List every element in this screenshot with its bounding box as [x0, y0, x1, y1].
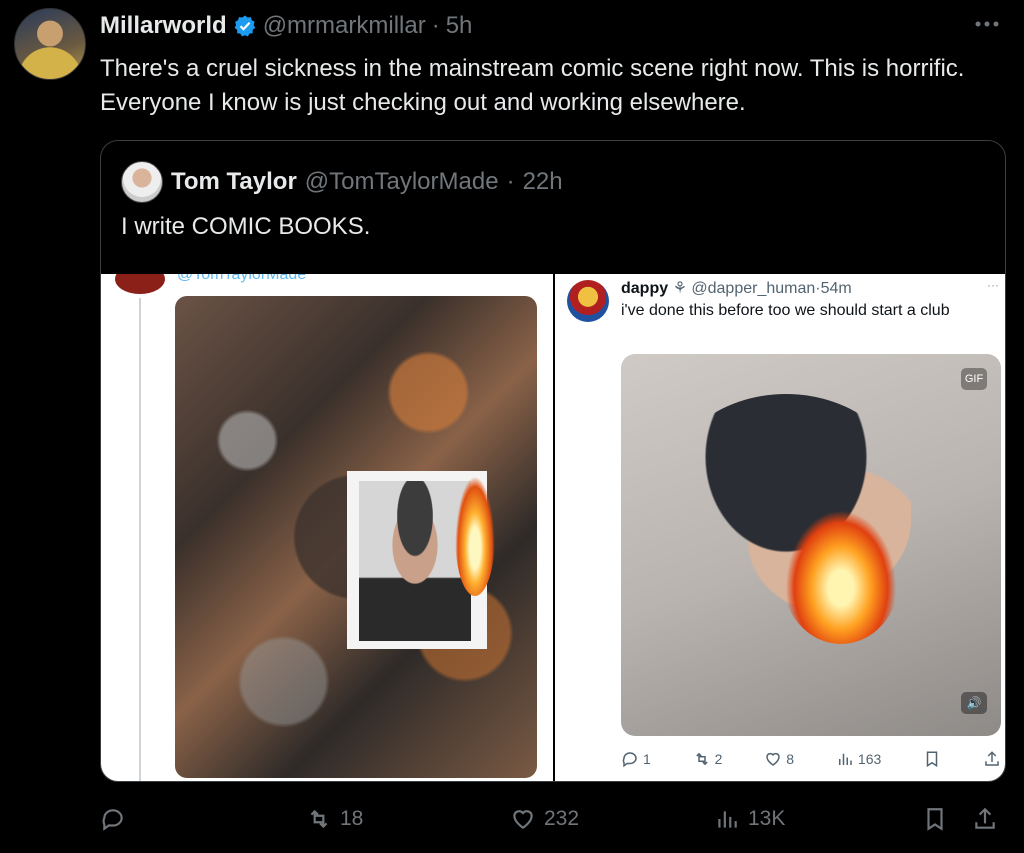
- share-icon: [985, 751, 999, 766]
- reply-author-name: dappy: [621, 280, 669, 297]
- tweet-header: Millarworld @mrmarkmillar · 5h: [100, 12, 472, 40]
- reply-views-count: 163: [857, 751, 882, 767]
- reply-button[interactable]: [100, 806, 134, 832]
- reply-reposts: 2: [693, 750, 723, 768]
- comment-icon: [622, 752, 637, 768]
- repost-count: 18: [340, 807, 364, 830]
- repost-button[interactable]: 18: [306, 806, 363, 832]
- flame: [781, 504, 901, 644]
- reply-name-symbol: ⚘: [672, 280, 687, 297]
- tweet-text: There's a cruel sickness in the mainstre…: [100, 55, 965, 116]
- reply-header: dappy ⚘ @dapper_human·54m: [621, 278, 852, 298]
- repost-icon: [695, 752, 708, 766]
- views-button[interactable]: 13K: [714, 806, 785, 832]
- share-icon: [975, 807, 995, 829]
- countertop-photo: [175, 296, 537, 778]
- heart-icon: [513, 810, 533, 829]
- quote-author-name: Tom Taylor: [171, 168, 297, 195]
- reply-author-avatar: [567, 280, 609, 322]
- reply-reposts-count: 2: [714, 751, 723, 767]
- views-count: 13K: [748, 807, 786, 830]
- portrait-photo: [359, 481, 471, 641]
- separator-dot: ·: [506, 168, 515, 195]
- media-image-right[interactable]: dappy ⚘ @dapper_human·54m ··· i've done …: [555, 274, 1005, 781]
- views-icon: [838, 753, 852, 765]
- reply-replies: 1: [621, 750, 651, 768]
- bookmark-icon: [926, 751, 938, 768]
- more-horizontal-icon[interactable]: [972, 14, 1002, 34]
- reply-time: 54m: [820, 280, 852, 297]
- reply-action-bar: 1 2 8 163: [621, 750, 1001, 768]
- separator-dot: ·: [431, 12, 440, 39]
- comment-icon: [102, 809, 123, 831]
- bookmark-icon: [927, 808, 943, 831]
- reply-share: [983, 750, 1001, 768]
- quote-header: Tom Taylor @TomTaylorMade · 22h: [121, 161, 563, 203]
- gif-icon: GIF: [961, 368, 987, 390]
- share-button[interactable]: [972, 806, 998, 832]
- quote-author-avatar: [121, 161, 163, 203]
- reply-views: 163: [836, 750, 881, 768]
- verified-badge-icon: [234, 15, 255, 37]
- reply-text: i've done this before too we should star…: [621, 302, 950, 319]
- bookmark-button[interactable]: [922, 806, 948, 832]
- author-avatar[interactable]: [14, 8, 86, 80]
- quote-text: I write COMIC BOOKS.: [121, 213, 371, 240]
- cropped-avatar: [115, 274, 165, 294]
- quote-tweet-card[interactable]: Tom Taylor @TomTaylorMade · 22h I write …: [100, 140, 1006, 782]
- reply-replies-count: 1: [643, 751, 651, 767]
- quote-time: 22h: [522, 168, 563, 195]
- like-count: 232: [544, 807, 580, 830]
- author-display-name[interactable]: Millarworld: [100, 12, 227, 40]
- reply-more-icon: ···: [987, 278, 999, 292]
- flame: [455, 476, 495, 596]
- repost-icon: [310, 809, 328, 829]
- views-icon: [718, 811, 737, 828]
- author-handle[interactable]: @mrmarkmillar: [263, 12, 426, 40]
- thread-line: [139, 298, 141, 781]
- reply-video: GIF 🔊: [621, 354, 1001, 736]
- reply-author-handle: @dapper_human: [691, 280, 816, 297]
- cropped-handle: @TomTaylorMade: [177, 274, 307, 283]
- tweet-action-bar: 18 232 13K: [100, 806, 1006, 840]
- media-image-left[interactable]: @TomTaylorMade: [101, 274, 553, 781]
- heart-icon: [766, 752, 781, 766]
- like-button[interactable]: 232: [510, 806, 579, 832]
- quote-author-handle: @TomTaylorMade: [304, 168, 499, 195]
- reply-likes-count: 8: [786, 751, 795, 767]
- tweet-time[interactable]: 5h: [446, 12, 473, 40]
- reply-bookmark: [923, 750, 941, 768]
- sound-icon: 🔊: [961, 692, 987, 714]
- reply-likes: 8: [764, 750, 794, 768]
